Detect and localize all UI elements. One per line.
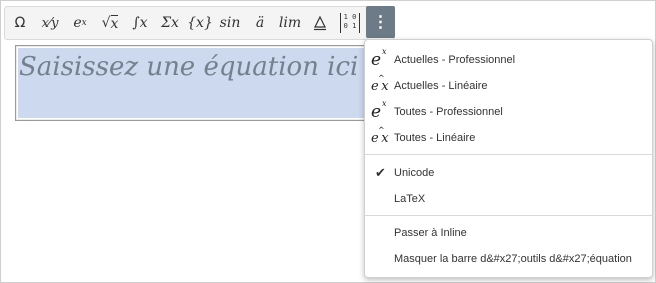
bracket-icon[interactable]: {x} bbox=[185, 8, 215, 38]
menu-item-label: LaTeX bbox=[394, 193, 426, 205]
limit-label: lim bbox=[278, 15, 302, 31]
large-operator-icon[interactable]: Σx bbox=[155, 8, 185, 38]
menu-item-label: Actuelles - Linéaire bbox=[394, 80, 488, 92]
linear-equation-icon: e ^ x bbox=[371, 125, 389, 146]
omega-icon[interactable]: Ω bbox=[5, 8, 35, 38]
operator-glyph bbox=[314, 15, 326, 31]
linear-equation-icon: e ^ x bbox=[371, 73, 389, 94]
menu-item-current-professional[interactable]: ex Actuelles - Professionnel bbox=[365, 47, 652, 73]
menu-item-latex[interactable]: LaTeX bbox=[365, 186, 652, 212]
script-exponent: x bbox=[81, 18, 87, 28]
menu-divider bbox=[365, 154, 652, 155]
menu-item-label: Passer à Inline bbox=[394, 227, 467, 239]
function-label: sin bbox=[219, 15, 241, 31]
radical-icon[interactable]: √ x bbox=[95, 8, 125, 38]
more-glyph: ⋮ bbox=[372, 14, 389, 31]
sum-label: Σx bbox=[161, 15, 179, 31]
matrix-icon[interactable]: 1 0 0 1 bbox=[335, 8, 365, 38]
menu-item-label: Unicode bbox=[394, 167, 435, 179]
professional-equation-icon: ex bbox=[371, 47, 387, 70]
script-base: e bbox=[73, 15, 82, 31]
matrix-row-1: 1 0 bbox=[343, 13, 357, 21]
operator-icon[interactable] bbox=[305, 8, 335, 38]
menu-item-all-linear[interactable]: e ^ x Toutes - Linéaire bbox=[365, 125, 652, 151]
integral-icon[interactable]: ∫x bbox=[125, 8, 155, 38]
professional-equation-icon: ex bbox=[371, 99, 387, 122]
menu-item-label: Toutes - Professionnel bbox=[394, 106, 503, 118]
script-icon[interactable]: ex bbox=[65, 8, 95, 38]
matrix-bracket: 1 0 0 1 bbox=[340, 13, 360, 33]
equation-options-menu: ex Actuelles - Professionnel e ^ x Actuel… bbox=[364, 39, 653, 278]
fraction-icon[interactable]: x⁄y bbox=[35, 8, 65, 38]
integral-label: ∫x bbox=[132, 15, 148, 31]
omega-label: Ω bbox=[14, 15, 26, 31]
menu-item-all-professional[interactable]: ex Toutes - Professionnel bbox=[365, 99, 652, 125]
menu-item-hide-toolbar[interactable]: Masquer la barre d&#x27;outils d&#x27;éq… bbox=[365, 246, 652, 272]
radical-x: x bbox=[110, 14, 119, 32]
equation-editor[interactable]: Saisissez une équation ici bbox=[15, 45, 397, 121]
menu-item-label: Toutes - Linéaire bbox=[394, 132, 476, 144]
equation-toolbar: Ω x⁄y ex √ x ∫x Σx {x} sin ä lim 1 0 0 1 … bbox=[4, 6, 395, 40]
fraction-label: x⁄y bbox=[41, 15, 59, 31]
equation-placeholder[interactable]: Saisissez une équation ici bbox=[19, 52, 358, 82]
more-options-icon[interactable]: ⋮ bbox=[366, 6, 395, 38]
bracket-label: {x} bbox=[187, 15, 213, 31]
menu-item-inline[interactable]: Passer à Inline bbox=[365, 220, 652, 246]
limit-log-icon[interactable]: lim bbox=[275, 8, 305, 38]
menu-divider bbox=[365, 215, 652, 216]
menu-item-label: Masquer la barre d&#x27;outils d&#x27;éq… bbox=[394, 253, 632, 265]
menu-item-label: Actuelles - Professionnel bbox=[394, 54, 516, 66]
radical-sign: √ bbox=[101, 15, 111, 31]
menu-item-unicode[interactable]: ✔ Unicode bbox=[365, 160, 652, 186]
accent-label: ä bbox=[255, 15, 265, 31]
accent-icon[interactable]: ä bbox=[245, 8, 275, 38]
matrix-row-2: 0 1 bbox=[343, 22, 357, 30]
function-icon[interactable]: sin bbox=[215, 8, 245, 38]
menu-item-current-linear[interactable]: e ^ x Actuelles - Linéaire bbox=[365, 73, 652, 99]
